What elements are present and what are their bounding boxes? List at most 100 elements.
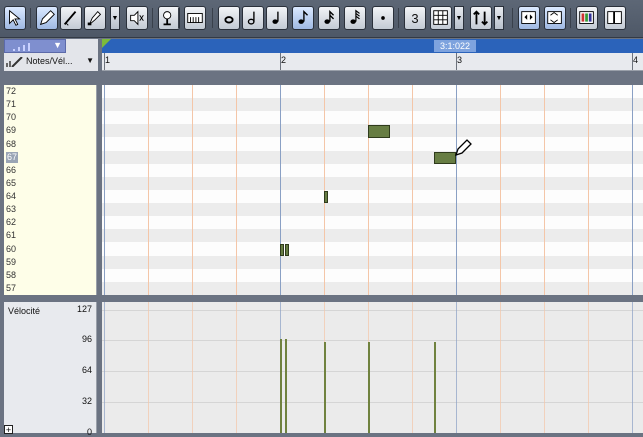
track-header: ▼ Notes/Vél... ▼ [4,39,98,71]
sixteenth-note-button[interactable] [318,6,340,30]
pencil-tool-icon [39,10,55,26]
measure-line [456,85,457,295]
paint-tool-icon [87,10,102,26]
key-label[interactable]: 72 [6,86,16,97]
key-label[interactable]: 66 [6,165,16,176]
key-label[interactable]: 68 [6,139,16,150]
beat-line [588,302,589,433]
velocity-scale-label: 0 [86,427,92,437]
draw-line-tool-button[interactable] [60,6,82,30]
mute-tool-icon [130,10,144,26]
chevron-down-icon: ▼ [455,14,463,22]
velocity-gridline [102,402,643,403]
velocity-bar[interactable] [280,339,282,433]
key-label[interactable]: 69 [6,125,16,136]
half-note-button[interactable] [242,6,264,30]
velocity-scale-label: 64 [81,365,92,376]
velocity-gridline [102,340,643,342]
scrub-tool-button[interactable] [158,6,180,30]
toolbar-separator [212,8,213,28]
select-tool-button[interactable] [4,6,26,30]
snap-grid-button[interactable] [430,6,452,30]
measure-label: 3 [457,55,463,65]
triplet-button[interactable]: 3 [404,6,426,30]
key-label[interactable]: 61 [6,230,16,241]
updown-arrows-icon [473,10,489,26]
sixteenth-note-icon [324,9,335,24]
fit-view-icon [521,11,536,24]
snap-grid-icon [433,10,448,25]
chevron-down-icon: ▼ [86,56,94,65]
measure-line [104,85,105,295]
grid-row [102,243,643,256]
note-grid[interactable] [102,85,643,295]
key-label[interactable]: 59 [6,257,16,268]
velocity-lane[interactable] [102,302,643,433]
key-label[interactable]: 62 [6,217,16,228]
split-view-button[interactable] [604,6,626,30]
color-view-button[interactable] [576,6,598,30]
color-view-icon [579,11,594,24]
velocity-lane-header: Vélocité 127 96 64 32 0 [4,302,97,437]
grid-row [102,150,643,164]
midi-note[interactable] [368,125,390,138]
velocity-bar[interactable] [434,341,436,433]
select-tool-icon [9,9,21,26]
measure-ruler[interactable]: 1 2 3 4 [102,53,643,71]
whole-note-button[interactable] [218,6,240,30]
key-label[interactable]: 70 [6,112,16,123]
beat-line [192,302,193,433]
measure-line [632,85,633,295]
filter-dropdown[interactable]: ▼ [4,39,66,53]
key-label[interactable]: 67 [6,151,19,163]
quarter-note-button[interactable] [266,6,288,30]
beat-line [500,85,501,295]
velocity-bar[interactable] [324,341,326,433]
time-marker[interactable]: 3:1:022 [434,40,476,52]
snap-dropdown[interactable]: ▼ [454,6,464,30]
beat-line [148,302,149,433]
dotted-note-button[interactable] [372,6,394,30]
grid-row [102,269,643,282]
chevron-down-icon: ▼ [111,14,119,22]
paint-tool-button[interactable] [84,6,106,30]
drum-grid-button[interactable] [184,6,206,30]
dotted-note-icon [381,16,385,20]
measure-line [104,302,105,433]
updown-arrows-button[interactable] [470,6,492,30]
pencil-tool-button[interactable] [36,6,58,30]
grid-row [102,229,643,243]
velocity-bar[interactable] [368,341,370,433]
notes-velocity-selector[interactable]: Notes/Vél... ▼ [4,55,98,70]
midi-note[interactable] [324,191,328,204]
midi-note[interactable] [434,151,456,164]
midi-note[interactable] [280,243,284,256]
key-label[interactable]: 60 [6,244,16,255]
key-label[interactable]: 63 [6,204,16,215]
grid-row [102,216,643,229]
velocity-bar[interactable] [285,339,288,433]
thirty-second-note-button[interactable] [344,6,366,30]
grid-row [102,98,643,112]
key-label[interactable]: 58 [6,270,16,281]
tool-dropdown[interactable]: ▼ [110,6,120,30]
beat-line [412,302,413,433]
toolbar-separator [30,8,31,28]
key-label[interactable]: 71 [6,99,16,110]
mute-tool-button[interactable] [126,6,148,30]
midi-note[interactable] [285,243,290,256]
zoom-button[interactable] [544,6,566,30]
level-bars-icon [13,43,30,51]
key-label[interactable]: 57 [6,283,16,294]
key-label[interactable]: 64 [6,191,16,202]
grid-row [102,138,643,151]
key-label[interactable]: 65 [6,178,16,189]
grid-row [102,111,643,124]
timeline-bar[interactable]: 3:1:022 [102,39,643,53]
velocity-gridline [102,310,643,311]
transpose-dropdown[interactable]: ▼ [494,6,504,30]
piano-keys[interactable]: 72 71 70 69 68 67 66 65 64 63 62 61 60 59 58 57 [4,85,97,295]
fit-view-button[interactable] [518,6,540,30]
beat-line [544,302,545,433]
eighth-note-button[interactable] [292,6,314,30]
